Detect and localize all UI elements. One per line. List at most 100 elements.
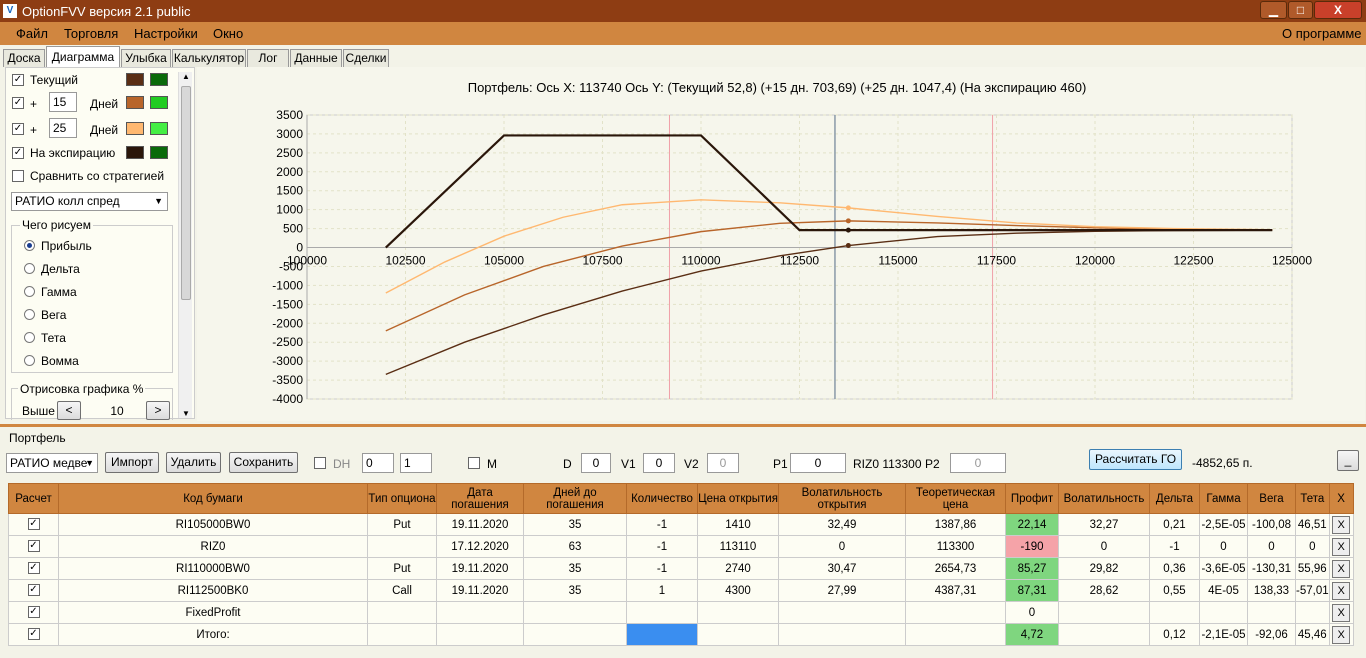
table-cell[interactable]: 1410: [697, 513, 779, 536]
table-cell[interactable]: 28,62: [1058, 579, 1150, 602]
table-cell[interactable]: [1149, 601, 1200, 624]
remove-cell[interactable]: X: [1328, 601, 1354, 624]
compare-checkbox[interactable]: [12, 170, 24, 182]
remove-row-button[interactable]: X: [1332, 537, 1351, 556]
table-cell[interactable]: 0: [1247, 535, 1296, 558]
column-header[interactable]: Дней до погашения: [523, 483, 627, 514]
table-cell[interactable]: [367, 623, 437, 646]
table-cell[interactable]: [367, 535, 437, 558]
radio-delta[interactable]: [24, 263, 35, 274]
table-cell[interactable]: -1: [626, 535, 698, 558]
table-cell[interactable]: 29,82: [1058, 557, 1150, 580]
table-cell[interactable]: 17.12.2020: [436, 535, 524, 558]
tab-board[interactable]: Доска: [3, 49, 45, 67]
decrease-button[interactable]: <: [57, 401, 81, 420]
collapse-button[interactable]: _: [1337, 450, 1359, 471]
current-color2-swatch[interactable]: [150, 73, 168, 86]
table-cell[interactable]: 22,14: [1005, 513, 1059, 536]
calc-cell[interactable]: ✓: [8, 535, 59, 558]
scroll-up-icon[interactable]: ▲: [182, 72, 190, 81]
remove-cell[interactable]: X: [1328, 623, 1354, 646]
column-header[interactable]: X: [1328, 483, 1354, 514]
calc-cell[interactable]: ✓: [8, 557, 59, 580]
table-cell[interactable]: 19.11.2020: [436, 579, 524, 602]
table-cell[interactable]: 4E-05: [1199, 579, 1248, 602]
radio-theta[interactable]: [24, 332, 35, 343]
calc-checkbox[interactable]: ✓: [27, 562, 40, 575]
d-input[interactable]: 0: [581, 453, 611, 473]
table-cell[interactable]: 32,27: [1058, 513, 1150, 536]
left-panel-scrollbar[interactable]: ▲ ▼: [178, 72, 192, 418]
minimize-button[interactable]: ▁: [1260, 1, 1287, 19]
column-header[interactable]: Количество: [626, 483, 698, 514]
table-cell[interactable]: 0: [778, 535, 906, 558]
dh-checkbox[interactable]: [314, 457, 326, 469]
table-cell[interactable]: 32,49: [778, 513, 906, 536]
v2-input[interactable]: 0: [707, 453, 739, 473]
table-cell[interactable]: -1: [626, 557, 698, 580]
scrollbar-thumb[interactable]: [181, 86, 191, 300]
table-cell[interactable]: [1058, 601, 1150, 624]
column-header[interactable]: Тета: [1295, 483, 1330, 514]
remove-cell[interactable]: X: [1328, 579, 1354, 602]
table-row[interactable]: ✓ RI110000BW0 Put 19.11.2020 35 -1 2740 30,47 26…: [8, 557, 1354, 580]
table-cell[interactable]: 85,27: [1005, 557, 1059, 580]
tab-diagram[interactable]: Диаграмма: [46, 46, 120, 67]
column-header[interactable]: Расчет: [8, 483, 59, 514]
table-cell[interactable]: -1: [626, 513, 698, 536]
import-button[interactable]: Импорт: [105, 452, 159, 473]
remove-row-button[interactable]: X: [1332, 625, 1351, 644]
table-cell[interactable]: 0,12: [1149, 623, 1200, 646]
menu-about[interactable]: О программе: [1282, 26, 1362, 41]
table-cell[interactable]: 35: [523, 557, 627, 580]
table-cell[interactable]: 1: [626, 579, 698, 602]
menu-file[interactable]: Файл: [16, 26, 48, 41]
table-cell[interactable]: 46,51: [1295, 513, 1330, 536]
strategy-select[interactable]: РАТИО колл спред ▼: [11, 192, 168, 211]
plus25-color2-swatch[interactable]: [150, 122, 168, 135]
calc-checkbox[interactable]: ✓: [27, 628, 40, 641]
table-cell[interactable]: RI112500BK0: [58, 579, 368, 602]
plus15-color2-swatch[interactable]: [150, 96, 168, 109]
calc-cell[interactable]: ✓: [8, 623, 59, 646]
calc-checkbox[interactable]: ✓: [27, 584, 40, 597]
table-cell[interactable]: 4387,31: [905, 579, 1006, 602]
table-cell[interactable]: 113110: [697, 535, 779, 558]
table-cell[interactable]: 55,96: [1295, 557, 1330, 580]
close-button[interactable]: X: [1314, 1, 1362, 19]
table-cell[interactable]: [1295, 601, 1330, 624]
plus25-checkbox[interactable]: ✓: [12, 123, 24, 135]
table-cell[interactable]: 0: [1295, 535, 1330, 558]
column-header[interactable]: Тип опциона: [367, 483, 437, 514]
column-header[interactable]: Профит: [1005, 483, 1059, 514]
portfolio-select[interactable]: РАТИО медве ▼: [6, 453, 98, 473]
table-cell[interactable]: 2740: [697, 557, 779, 580]
column-header[interactable]: Волатильность: [1058, 483, 1150, 514]
maximize-button[interactable]: □: [1288, 1, 1313, 19]
remove-row-button[interactable]: X: [1332, 515, 1351, 534]
remove-cell[interactable]: X: [1328, 535, 1354, 558]
table-cell[interactable]: -3,6E-05: [1199, 557, 1248, 580]
table-cell[interactable]: -130,31: [1247, 557, 1296, 580]
table-cell[interactable]: [905, 623, 1006, 646]
table-cell[interactable]: RI105000BW0: [58, 513, 368, 536]
expiry-color-swatch[interactable]: [126, 146, 144, 159]
table-cell[interactable]: 0: [1005, 601, 1059, 624]
column-header[interactable]: Дельта: [1149, 483, 1200, 514]
table-cell[interactable]: 0: [1058, 535, 1150, 558]
table-cell[interactable]: [436, 601, 524, 624]
table-cell[interactable]: FixedProfit: [58, 601, 368, 624]
calc-go-button[interactable]: Рассчитать ГО: [1089, 449, 1182, 470]
radio-gamma[interactable]: [24, 286, 35, 297]
table-cell[interactable]: 0,21: [1149, 513, 1200, 536]
column-header[interactable]: Код бумаги: [58, 483, 368, 514]
column-header[interactable]: Дата погашения: [436, 483, 524, 514]
table-cell[interactable]: 27,99: [778, 579, 906, 602]
remove-cell[interactable]: X: [1328, 513, 1354, 536]
tab-log[interactable]: Лог: [247, 49, 289, 67]
plus25-color-swatch[interactable]: [126, 122, 144, 135]
table-cell[interactable]: -190: [1005, 535, 1059, 558]
p1-input[interactable]: 0: [790, 453, 846, 473]
table-cell[interactable]: 0,55: [1149, 579, 1200, 602]
spinner-2[interactable]: 1: [400, 453, 432, 473]
